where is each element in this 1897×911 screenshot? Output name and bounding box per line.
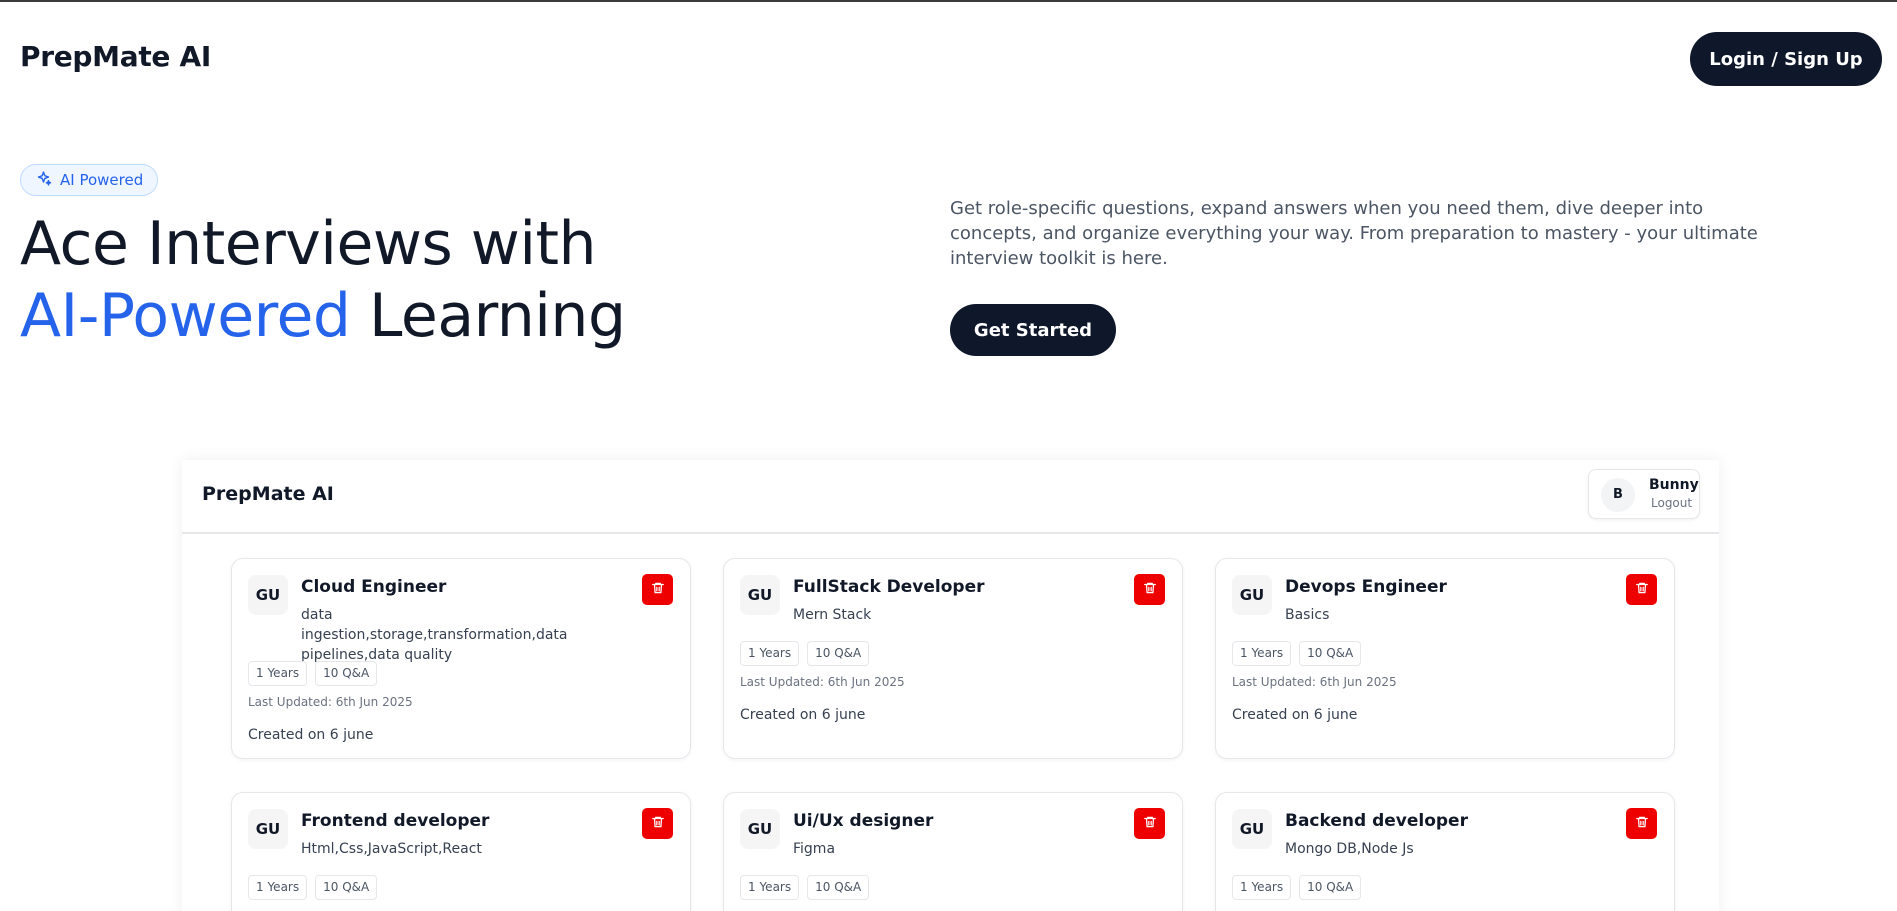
delete-button[interactable] [1134,574,1165,605]
dashboard-brand: PrepMate AI [202,483,334,505]
trash-icon [651,581,665,598]
hero-title-rest: Learning [350,281,626,351]
session-card[interactable]: GU FullStack Developer Mern Stack 1 Year… [723,558,1183,759]
experience-tag: 1 Years [740,641,800,666]
profile-name: Bunny [1649,477,1699,493]
created-date: Created on 6 june [740,707,866,723]
card-tags: 1 Years 10 Q&A [1232,875,1362,900]
trash-icon [1143,815,1157,832]
delete-button[interactable] [642,574,673,605]
hero-description: Get role-specific questions, expand answ… [950,198,1758,269]
card-title: Devops Engineer [1285,577,1447,597]
card-tags: 1 Years 10 Q&A [740,875,870,900]
brand-logo-text[interactable]: PrepMate AI [20,40,211,73]
card-description: Basics [1285,607,1330,623]
card-title: Cloud Engineer [301,577,447,597]
sparkle-icon [35,170,52,191]
logout-link[interactable]: Logout [1651,496,1692,510]
delete-button[interactable] [642,808,673,839]
get-started-button[interactable]: Get Started [950,304,1116,356]
delete-button[interactable] [1626,808,1657,839]
dashboard-header: PrepMate AI B Bunny Logout [182,460,1719,534]
session-card[interactable]: GU Backend developer Mongo DB,Node Js 1 … [1215,792,1675,911]
badge-label: AI Powered [60,171,144,189]
card-tags: 1 Years 10 Q&A [248,875,378,900]
login-signup-button[interactable]: Login / Sign Up [1690,32,1882,86]
experience-tag: 1 Years [740,875,800,900]
qa-count-tag: 10 Q&A [807,875,870,900]
last-updated: Last Updated: 6th Jun 2025 [248,695,413,709]
delete-button[interactable] [1134,808,1165,839]
role-initials: GU [1232,809,1272,849]
card-description: Mern Stack [793,607,872,623]
trash-icon [651,815,665,832]
hero-title-accent: AI-Powered [20,281,351,351]
card-title: Ui/Ux designer [793,811,934,831]
experience-tag: 1 Years [1232,641,1292,666]
trash-icon [1635,581,1649,598]
last-updated: Last Updated: 6th Jun 2025 [1232,675,1397,689]
role-initials: GU [740,575,780,615]
card-tags: 1 Years 10 Q&A [1232,641,1362,666]
trash-icon [1635,815,1649,832]
delete-button[interactable] [1626,574,1657,605]
role-initials: GU [1232,575,1272,615]
ai-powered-badge: AI Powered [20,164,159,196]
created-date: Created on 6 june [1232,707,1358,723]
role-initials: GU [248,575,288,615]
card-tags: 1 Years 10 Q&A [740,641,870,666]
dashboard-preview: PrepMate AI B Bunny Logout GU Cloud Engi… [182,460,1719,911]
card-title: Backend developer [1285,811,1468,831]
card-description: Html,Css,JavaScript,React [301,841,482,857]
avatar: B [1601,478,1635,512]
card-description: Figma [793,841,836,857]
card-description: Mongo DB,Node Js [1285,841,1414,857]
qa-count-tag: 10 Q&A [315,661,378,686]
role-initials: GU [248,809,288,849]
experience-tag: 1 Years [1232,875,1292,900]
experience-tag: 1 Years [248,875,308,900]
last-updated: Last Updated: 6th Jun 2025 [740,675,905,689]
card-title: FullStack Developer [793,577,985,597]
qa-count-tag: 10 Q&A [1299,875,1362,900]
session-card[interactable]: GU Frontend developer Html,Css,JavaScrip… [231,792,691,911]
session-card[interactable]: GU Cloud Engineer data ingestion,storage… [231,558,691,759]
top-navbar: PrepMate AI Login / Sign Up [0,2,1897,112]
card-title: Frontend developer [301,811,490,831]
session-card[interactable]: GU Ui/Ux designer Figma 1 Years 10 Q&A [723,792,1183,911]
card-description: data ingestion,storage,transformation,da… [301,607,568,663]
qa-count-tag: 10 Q&A [807,641,870,666]
created-date: Created on 6 june [248,727,374,743]
profile-card[interactable]: B Bunny Logout [1588,469,1700,519]
qa-count-tag: 10 Q&A [1299,641,1362,666]
hero-title-line1: Ace Interviews with [20,209,597,279]
role-initials: GU [740,809,780,849]
experience-tag: 1 Years [248,661,308,686]
hero-title: Ace Interviews with AI-Powered Learning [20,208,626,352]
card-tags: 1 Years 10 Q&A [248,661,378,686]
trash-icon [1143,581,1157,598]
qa-count-tag: 10 Q&A [315,875,378,900]
session-card[interactable]: GU Devops Engineer Basics 1 Years 10 Q&A… [1215,558,1675,759]
